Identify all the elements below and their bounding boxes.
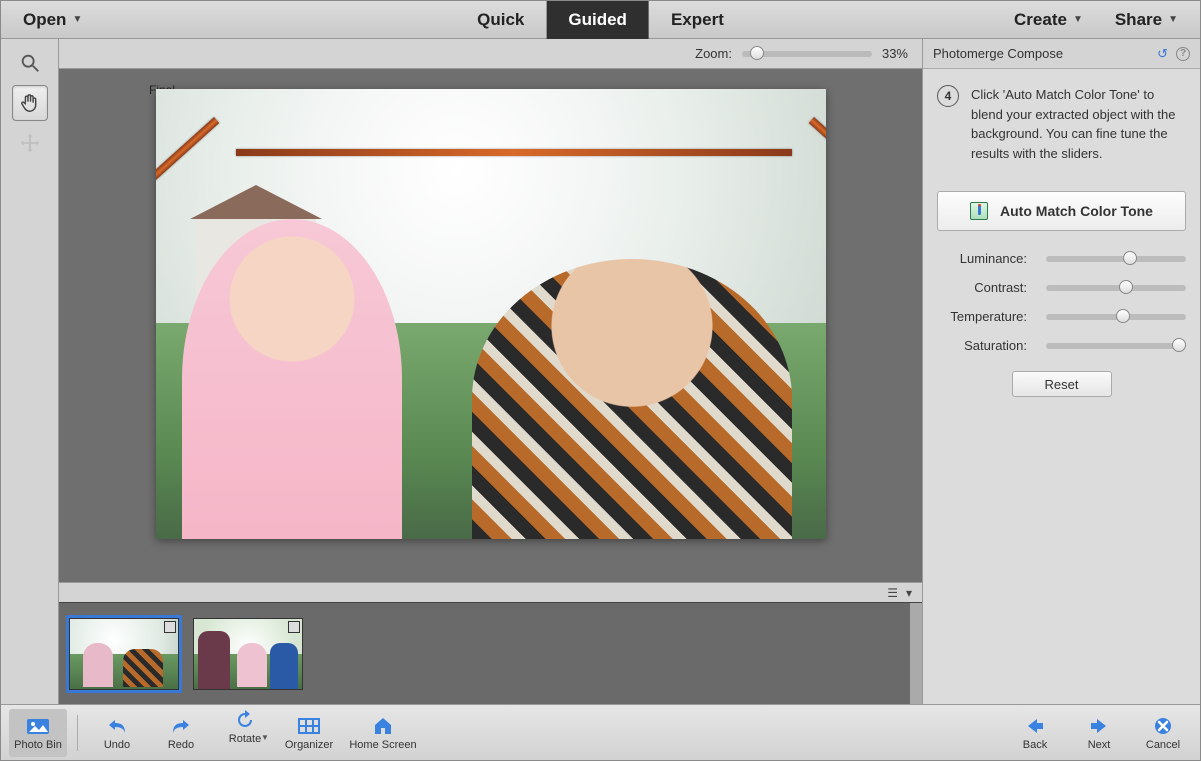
magnifier-icon bbox=[19, 52, 41, 74]
back-label: Back bbox=[1023, 739, 1047, 751]
undo-icon bbox=[104, 715, 130, 737]
reset-button[interactable]: Reset bbox=[1012, 371, 1112, 397]
organizer-label: Organizer bbox=[285, 739, 333, 751]
auto-match-button[interactable]: Auto Match Color Tone bbox=[937, 191, 1186, 231]
next-button[interactable]: Next bbox=[1070, 709, 1128, 757]
step-number: 4 bbox=[937, 85, 959, 107]
top-menu-bar: Open ▼ Quick Guided Expert Create ▼ Shar… bbox=[1, 1, 1200, 39]
hand-icon bbox=[19, 92, 41, 114]
mode-tab-guided[interactable]: Guided bbox=[546, 1, 649, 39]
create-menu[interactable]: Create ▼ bbox=[1000, 4, 1097, 36]
share-menu[interactable]: Share ▼ bbox=[1101, 4, 1192, 36]
slider-thumb[interactable] bbox=[1123, 251, 1137, 265]
back-arrow-icon bbox=[1022, 715, 1048, 737]
panel-header: Photomerge Compose ↺ ? bbox=[923, 39, 1200, 69]
home-screen-label: Home Screen bbox=[349, 739, 416, 751]
rotate-label: Rotate bbox=[229, 733, 261, 745]
move-tool bbox=[12, 125, 48, 161]
divider bbox=[77, 715, 78, 751]
zoom-label: Zoom: bbox=[695, 46, 732, 61]
rotate-icon bbox=[232, 709, 258, 731]
left-toolbar bbox=[1, 39, 59, 704]
redo-label: Redo bbox=[168, 739, 194, 751]
home-icon bbox=[370, 715, 396, 737]
mode-tabs: Quick Guided Expert bbox=[455, 1, 746, 39]
expand-icon bbox=[288, 621, 300, 633]
auto-match-label: Auto Match Color Tone bbox=[1000, 203, 1153, 219]
back-button[interactable]: Back bbox=[1006, 709, 1064, 757]
next-label: Next bbox=[1088, 739, 1111, 751]
zoom-slider[interactable] bbox=[742, 51, 872, 57]
saturation-label: Saturation: bbox=[937, 338, 1027, 353]
organizer-button[interactable]: Organizer bbox=[280, 709, 338, 757]
caret-down-icon: ▼ bbox=[1168, 14, 1178, 25]
zoom-tool[interactable] bbox=[12, 45, 48, 81]
photo-bin-label: Photo Bin bbox=[14, 739, 62, 751]
redo-icon bbox=[168, 715, 194, 737]
create-label: Create bbox=[1014, 10, 1067, 30]
canvas-footer-bar: ☰ ▾ bbox=[59, 582, 922, 602]
rotate-button[interactable]: Rotate ▼ bbox=[216, 709, 274, 757]
thumbnail-2[interactable] bbox=[193, 618, 303, 690]
slider-thumb[interactable] bbox=[1119, 280, 1133, 294]
organizer-icon bbox=[296, 715, 322, 737]
slider-thumb[interactable] bbox=[1172, 338, 1186, 352]
cancel-button[interactable]: Cancel bbox=[1134, 709, 1192, 757]
slider-thumb[interactable] bbox=[1116, 309, 1130, 323]
contrast-label: Contrast: bbox=[937, 280, 1027, 295]
hand-tool[interactable] bbox=[12, 85, 48, 121]
chevron-down-icon[interactable]: ▾ bbox=[906, 586, 912, 600]
redo-button[interactable]: Redo bbox=[152, 709, 210, 757]
photo-bin-icon bbox=[25, 715, 51, 737]
mode-tab-expert[interactable]: Expert bbox=[649, 1, 746, 39]
panel-title: Photomerge Compose bbox=[933, 46, 1063, 61]
step-text: Click 'Auto Match Color Tone' to blend y… bbox=[971, 85, 1186, 163]
luminance-slider[interactable] bbox=[1046, 256, 1186, 262]
move-icon bbox=[19, 132, 41, 154]
mode-tab-quick[interactable]: Quick bbox=[455, 1, 546, 39]
open-label: Open bbox=[23, 10, 66, 30]
photo-bin-button[interactable]: Photo Bin bbox=[9, 709, 67, 757]
share-label: Share bbox=[1115, 10, 1162, 30]
caret-down-icon: ▼ bbox=[261, 733, 269, 742]
help-icon[interactable]: ? bbox=[1176, 47, 1190, 61]
home-screen-button[interactable]: Home Screen bbox=[344, 709, 422, 757]
saturation-slider[interactable] bbox=[1046, 343, 1186, 349]
editor-area: Zoom: 33% Final bbox=[59, 39, 922, 704]
zoom-value: 33% bbox=[882, 46, 908, 61]
cancel-icon bbox=[1150, 715, 1176, 737]
reset-panel-icon[interactable]: ↺ bbox=[1157, 46, 1168, 62]
zoom-slider-thumb[interactable] bbox=[750, 46, 764, 60]
open-menu[interactable]: Open ▼ bbox=[9, 4, 96, 36]
composite-image bbox=[156, 89, 826, 539]
undo-button[interactable]: Undo bbox=[88, 709, 146, 757]
luminance-label: Luminance: bbox=[937, 251, 1027, 266]
caret-down-icon: ▼ bbox=[72, 14, 82, 25]
photo-bin bbox=[59, 602, 922, 704]
list-view-icon[interactable]: ☰ bbox=[887, 586, 898, 600]
next-arrow-icon bbox=[1086, 715, 1112, 737]
caret-down-icon: ▼ bbox=[1073, 14, 1083, 25]
canvas[interactable] bbox=[156, 89, 826, 539]
photo-bin-scrollbar[interactable] bbox=[910, 603, 922, 704]
temperature-label: Temperature: bbox=[937, 309, 1027, 324]
thumbnail-1[interactable] bbox=[69, 618, 179, 690]
auto-match-icon bbox=[970, 202, 988, 220]
right-panel: Photomerge Compose ↺ ? 4 Click 'Auto Mat… bbox=[922, 39, 1200, 704]
zoom-bar: Zoom: 33% bbox=[59, 39, 922, 69]
cancel-label: Cancel bbox=[1146, 739, 1180, 751]
bottom-action-bar: Photo Bin Undo Redo Rotate ▼ Orga bbox=[1, 704, 1200, 760]
undo-label: Undo bbox=[104, 739, 130, 751]
expand-icon bbox=[164, 621, 176, 633]
contrast-slider[interactable] bbox=[1046, 285, 1186, 291]
temperature-slider[interactable] bbox=[1046, 314, 1186, 320]
